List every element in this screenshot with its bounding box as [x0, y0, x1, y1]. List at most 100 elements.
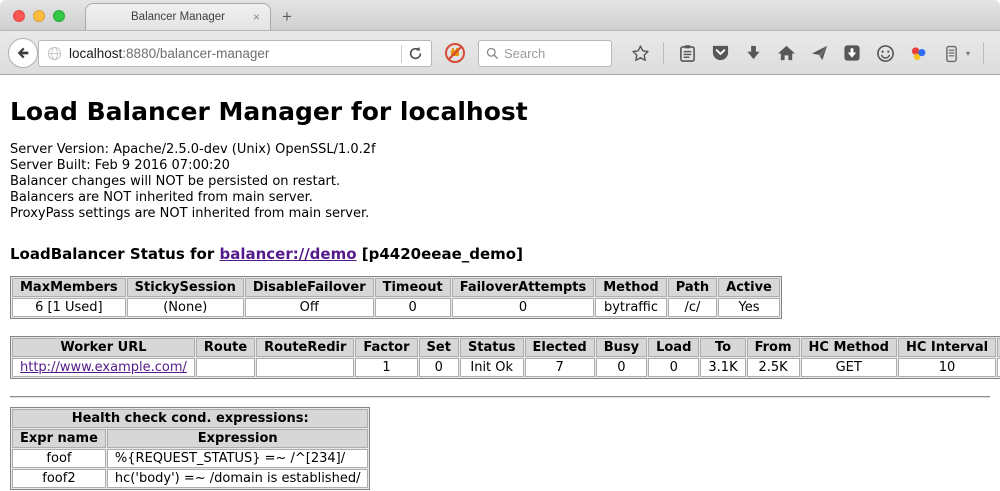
- toolbar-separator: [663, 42, 664, 64]
- cell-method: bytraffic: [595, 298, 666, 317]
- worker-url-link[interactable]: http://www.example.com/: [20, 360, 187, 375]
- worker-header-row: Worker URL Route RouteRedir Factor Set S…: [12, 338, 1000, 357]
- clipboard-icon: [679, 44, 696, 63]
- persist-notice-line: Balancer changes will NOT be persisted o…: [10, 174, 990, 190]
- search-box[interactable]: [478, 40, 612, 67]
- plugin-blocked-icon: [444, 42, 466, 64]
- column-header-failoverattempts: FailoverAttempts: [452, 278, 595, 297]
- column-header-expression: Expression: [107, 429, 369, 448]
- column-header-disablefailover: DisableFailover: [245, 278, 374, 297]
- cell-from: 2.5K: [747, 358, 800, 377]
- plugin-blocked-button[interactable]: [444, 42, 466, 64]
- paper-plane-icon: [810, 44, 829, 62]
- send-tab-button[interactable]: [809, 42, 829, 64]
- column-header-set: Set: [419, 338, 459, 357]
- new-tab-button[interactable]: +: [282, 7, 292, 27]
- reload-button[interactable]: [408, 46, 431, 61]
- navigation-toolbar: localhost:8880/balancer-manager: [0, 31, 1000, 75]
- bookmark-star-button[interactable]: [630, 42, 650, 64]
- cell-set: 0: [419, 358, 459, 377]
- cell-route: [196, 358, 255, 377]
- home-button[interactable]: [776, 42, 796, 64]
- balancer-data-row: 6 [1 Used] (None) Off 0 0 bytraffic /c/ …: [12, 298, 780, 317]
- cell-busy: 0: [596, 358, 647, 377]
- health-table-title: Health check cond. expressions:: [12, 409, 368, 428]
- cell-worker-url: http://www.example.com/: [12, 358, 195, 377]
- cell-path: /c/: [668, 298, 717, 317]
- search-icon: [486, 47, 499, 60]
- smiley-icon: [876, 44, 895, 63]
- column-header-hc-interval: HC Interval: [898, 338, 996, 357]
- balancer-summary-table: MaxMembers StickySession DisableFailover…: [10, 276, 782, 319]
- download-arrow-icon: [745, 44, 762, 62]
- status-suffix: [p4420eeae_demo]: [357, 245, 523, 263]
- column-header-timeout: Timeout: [375, 278, 451, 297]
- url-bar[interactable]: localhost:8880/balancer-manager: [38, 40, 432, 67]
- extension-colored-dots-button[interactable]: [908, 42, 928, 64]
- emoji-button[interactable]: [875, 42, 895, 64]
- column-header-routeredir: RouteRedir: [256, 338, 354, 357]
- window-controls: [13, 10, 65, 22]
- download-box-icon: [843, 44, 861, 62]
- column-header-busy: Busy: [596, 338, 647, 357]
- search-input[interactable]: [504, 46, 599, 61]
- cell-expr-name-foof: foof: [12, 449, 106, 468]
- column-header-route: Route: [196, 338, 255, 357]
- colored-dots-icon: [909, 44, 928, 63]
- downloads-button[interactable]: [743, 42, 763, 64]
- cell-timeout: 0: [375, 298, 451, 317]
- window-minimize-button[interactable]: [33, 10, 45, 22]
- cell-load: 0: [648, 358, 699, 377]
- health-data-row-foof: foof %{REQUEST_STATUS} =~ /^[234]/: [12, 449, 368, 468]
- notes-extension-button[interactable]: [941, 42, 961, 64]
- cell-expr-name-foof2: foof2: [12, 469, 106, 488]
- column-header-worker-url: Worker URL: [12, 338, 195, 357]
- column-header-active: Active: [718, 278, 780, 297]
- video-download-button[interactable]: [842, 42, 862, 64]
- tab-title: Balancer Manager: [131, 11, 225, 23]
- bookmarks-menu-button[interactable]: [677, 42, 697, 64]
- column-header-from: From: [747, 338, 800, 357]
- url-text: localhost:8880/balancer-manager: [69, 46, 395, 61]
- proxypass-notice-line: ProxyPass settings are NOT inherited fro…: [10, 206, 990, 222]
- url-path: :8880/balancer-manager: [122, 46, 269, 61]
- column-header-load: Load: [648, 338, 699, 357]
- window-close-button[interactable]: [13, 10, 25, 22]
- toolbar-icons: ▾: [630, 31, 1000, 75]
- loadbalancer-status-heading: LoadBalancer Status for balancer://demo …: [10, 245, 990, 263]
- tab-close-icon[interactable]: ×: [253, 10, 260, 24]
- battery-icon: [945, 44, 958, 63]
- pocket-button[interactable]: [710, 42, 730, 64]
- urlbar-separator: [401, 45, 402, 63]
- column-header-path: Path: [668, 278, 717, 297]
- cell-expression-foof2: hc('body') =~ /domain is established/: [107, 469, 369, 488]
- cell-failoverattempts: 0: [452, 298, 595, 317]
- cell-active: Yes: [718, 298, 780, 317]
- extension-dropdown-caret[interactable]: ▾: [966, 49, 970, 58]
- window-zoom-button[interactable]: [53, 10, 65, 22]
- inherit-notice-line: Balancers are NOT inherited from main se…: [10, 190, 990, 206]
- cell-stickysession: (None): [127, 298, 244, 317]
- balancer-header-row: MaxMembers StickySession DisableFailover…: [12, 278, 780, 297]
- cell-disablefailover: Off: [245, 298, 374, 317]
- section-divider: [10, 396, 990, 398]
- column-header-expr-name: Expr name: [12, 429, 106, 448]
- cell-maxmembers: 6 [1 Used]: [12, 298, 126, 317]
- balancer-demo-link[interactable]: balancer://demo: [219, 245, 356, 263]
- worker-table: Worker URL Route RouteRedir Factor Set S…: [10, 336, 1000, 379]
- health-title-row: Health check cond. expressions:: [12, 409, 368, 428]
- column-header-method: Method: [595, 278, 666, 297]
- cell-to: 3.1K: [700, 358, 745, 377]
- cell-routeredir: [256, 358, 354, 377]
- cell-elected: 7: [525, 358, 595, 377]
- column-header-stickysession: StickySession: [127, 278, 244, 297]
- page-content: Load Balancer Manager for localhost Serv…: [0, 97, 1000, 491]
- health-data-row-foof2: foof2 hc('body') =~ /domain is establish…: [12, 469, 368, 488]
- back-button[interactable]: [8, 38, 38, 68]
- url-domain: localhost: [69, 46, 122, 61]
- browser-window: Balancer Manager × + localhost:8880/bala…: [0, 0, 1000, 491]
- column-header-maxmembers: MaxMembers: [12, 278, 126, 297]
- home-icon: [777, 44, 796, 62]
- tab-balancer-manager[interactable]: Balancer Manager ×: [85, 3, 271, 30]
- tab-bar: Balancer Manager × +: [0, 0, 1000, 31]
